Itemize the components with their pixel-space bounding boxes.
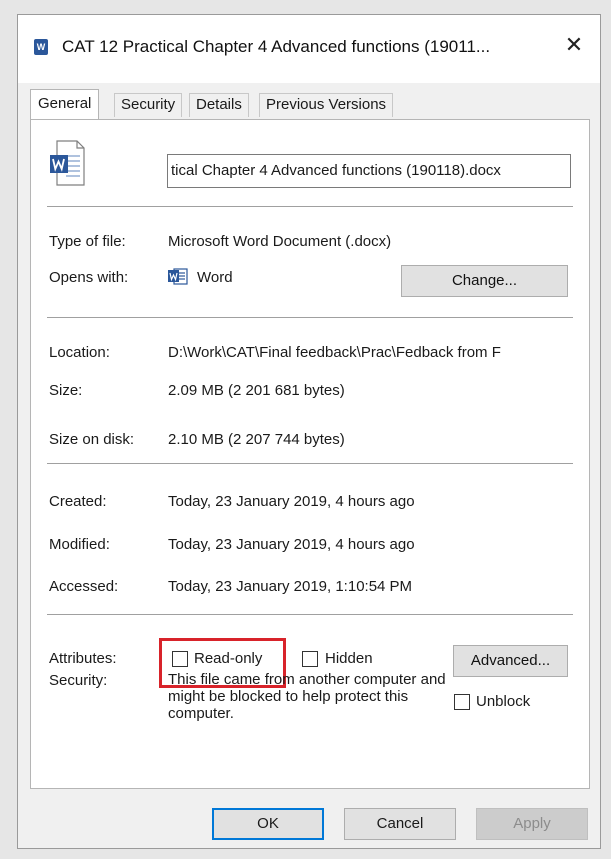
advanced-button[interactable]: Advanced... — [453, 645, 568, 677]
size-on-disk-label: Size on disk: — [49, 431, 135, 448]
word-app-icon — [168, 268, 188, 285]
opens-with-label: Opens with: — [49, 269, 129, 286]
window-title: CAT 12 Practical Chapter 4 Advanced func… — [62, 37, 491, 56]
tab-security[interactable]: Security — [114, 93, 183, 117]
type-of-file-value: Microsoft Word Document (.docx) — [168, 233, 392, 250]
attributes-label: Attributes: — [49, 650, 117, 667]
security-label: Security: — [49, 672, 108, 689]
location-value: D:\Work\CAT\Final feedback\Prac\Fedback … — [168, 344, 501, 361]
tab-details[interactable]: Details — [189, 93, 249, 117]
change-button[interactable]: Change... — [401, 265, 568, 297]
read-only-checkbox[interactable] — [172, 651, 188, 667]
filename-input[interactable]: tical Chapter 4 Advanced functions (1901… — [167, 154, 571, 188]
unblock-label: Unblock — [476, 693, 531, 710]
close-button[interactable]: ✕ — [560, 31, 588, 59]
apply-button[interactable]: Apply — [476, 808, 588, 840]
modified-label: Modified: — [49, 536, 110, 553]
modified-value: Today, 23 January 2019, 4 hours ago — [168, 536, 415, 553]
word-document-icon — [50, 140, 85, 186]
created-value: Today, 23 January 2019, 4 hours ago — [168, 493, 415, 510]
tab-general[interactable]: General — [30, 89, 100, 119]
properties-dialog: W CAT 12 Practical Chapter 4 Advanced fu… — [17, 14, 601, 849]
hidden-label: Hidden — [325, 650, 373, 667]
hidden-checkbox[interactable] — [302, 651, 318, 667]
accessed-value: Today, 23 January 2019, 1:10:54 PM — [168, 578, 413, 595]
accessed-label: Accessed: — [49, 578, 119, 595]
separator — [47, 614, 573, 615]
tab-previous-versions[interactable]: Previous Versions — [259, 93, 394, 117]
size-on-disk-value: 2.10 MB (2 207 744 bytes) — [168, 431, 345, 448]
separator — [47, 317, 573, 318]
title-bar: W CAT 12 Practical Chapter 4 Advanced fu… — [18, 15, 600, 83]
read-only-label: Read-only — [194, 650, 263, 667]
created-label: Created: — [49, 493, 107, 510]
size-label: Size: — [49, 382, 83, 399]
size-value: 2.09 MB (2 201 681 bytes) — [168, 382, 345, 399]
separator — [47, 206, 573, 207]
word-document-icon: W — [34, 39, 48, 55]
location-label: Location: — [49, 344, 110, 361]
type-of-file-label: Type of file: — [49, 233, 126, 250]
cancel-button[interactable]: Cancel — [344, 808, 456, 840]
ok-button[interactable]: OK — [212, 808, 324, 840]
opens-with-value: Word — [197, 269, 233, 286]
general-tab-panel: tical Chapter 4 Advanced functions (1901… — [30, 119, 590, 789]
unblock-checkbox[interactable] — [454, 694, 470, 710]
security-message: This file came from another computer and… — [168, 671, 446, 722]
separator — [47, 463, 573, 464]
